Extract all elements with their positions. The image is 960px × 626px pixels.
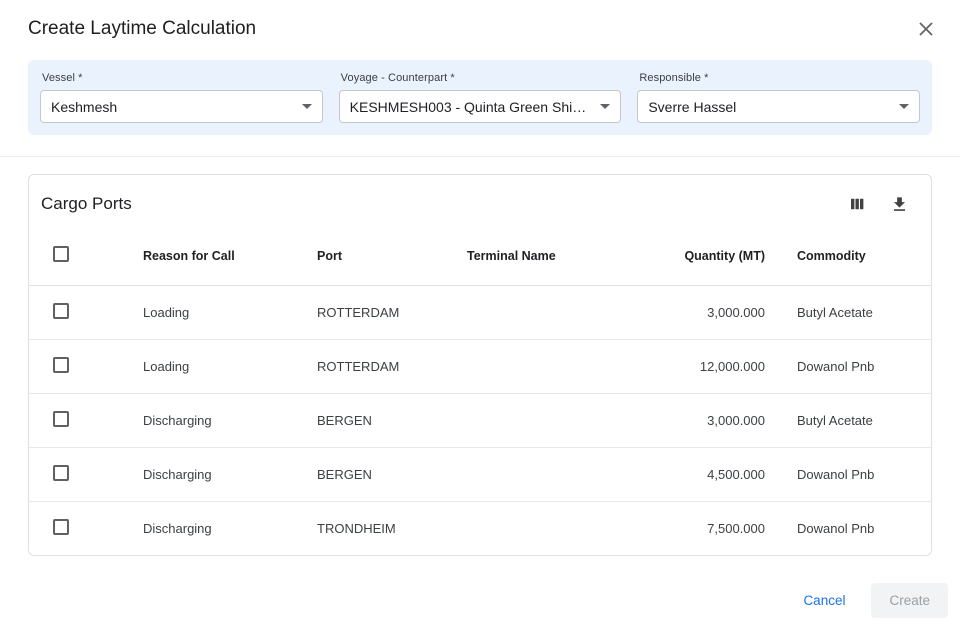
cell-reason: Discharging: [117, 394, 291, 448]
close-button[interactable]: [912, 15, 940, 43]
cell-quantity: 3,000.000: [601, 394, 773, 448]
columns-button[interactable]: [847, 194, 867, 214]
table-row: Discharging TRONDHEIM 7,500.000 Dowanol …: [29, 502, 931, 556]
cell-commodity: Dowanol Pnb: [773, 502, 931, 556]
chevron-down-icon: [600, 104, 610, 109]
responsible-select[interactable]: Sverre Hassel: [637, 90, 920, 123]
cell-reason: Discharging: [117, 448, 291, 502]
cell-port: BERGEN: [291, 448, 441, 502]
create-button[interactable]: Create: [871, 583, 948, 618]
cargo-ports-table: Reason for Call Port Terminal Name Quant…: [29, 226, 931, 555]
dialog-header: Create Laytime Calculation: [0, 0, 960, 55]
cell-terminal: [441, 394, 601, 448]
dialog-footer: Cancel Create: [0, 556, 960, 618]
chevron-down-icon: [899, 104, 909, 109]
voyage-counterpart-field: Voyage - Counterpart * KESHMESH003 - Qui…: [339, 70, 622, 123]
column-header-reason: Reason for Call: [117, 226, 291, 286]
cell-quantity: 4,500.000: [601, 448, 773, 502]
cell-port: ROTTERDAM: [291, 286, 441, 340]
table-header-row: Reason for Call Port Terminal Name Quant…: [29, 226, 931, 286]
columns-icon: [848, 195, 866, 213]
cell-quantity: 12,000.000: [601, 340, 773, 394]
table-row: Loading ROTTERDAM 12,000.000 Dowanol Pnb: [29, 340, 931, 394]
voyage-counterpart-label: Voyage - Counterpart *: [341, 72, 622, 84]
responsible-field: Responsible * Sverre Hassel: [637, 70, 920, 123]
row-checkbox[interactable]: [53, 357, 69, 373]
cargo-ports-card: Cargo Ports Reason for: [28, 174, 932, 556]
section-divider: [0, 156, 960, 157]
cancel-button[interactable]: Cancel: [793, 585, 855, 616]
vessel-label: Vessel *: [42, 72, 323, 84]
vessel-select[interactable]: Keshmesh: [40, 90, 323, 123]
voyage-counterpart-value: KESHMESH003 - Quinta Green Shippi…: [350, 99, 601, 115]
column-header-quantity: Quantity (MT): [601, 226, 773, 286]
column-header-commodity: Commodity: [773, 226, 931, 286]
table-row: Loading ROTTERDAM 3,000.000 Butyl Acetat…: [29, 286, 931, 340]
page-title: Create Laytime Calculation: [28, 18, 256, 40]
row-checkbox[interactable]: [53, 465, 69, 481]
cell-commodity: Butyl Acetate: [773, 394, 931, 448]
row-checkbox[interactable]: [53, 519, 69, 535]
cell-terminal: [441, 502, 601, 556]
cell-reason: Loading: [117, 286, 291, 340]
chevron-down-icon: [302, 104, 312, 109]
cell-quantity: 3,000.000: [601, 286, 773, 340]
column-header-terminal: Terminal Name: [441, 226, 601, 286]
cell-commodity: Dowanol Pnb: [773, 448, 931, 502]
download-icon: [890, 195, 909, 214]
cell-terminal: [441, 448, 601, 502]
voyage-counterpart-select[interactable]: KESHMESH003 - Quinta Green Shippi…: [339, 90, 622, 123]
row-checkbox[interactable]: [53, 303, 69, 319]
cell-commodity: Dowanol Pnb: [773, 340, 931, 394]
cell-port: ROTTERDAM: [291, 340, 441, 394]
cargo-ports-actions: [847, 194, 909, 214]
responsible-label: Responsible *: [639, 72, 920, 84]
column-header-port: Port: [291, 226, 441, 286]
cell-terminal: [441, 340, 601, 394]
cell-commodity: Butyl Acetate: [773, 286, 931, 340]
cell-quantity: 7,500.000: [601, 502, 773, 556]
cargo-ports-title: Cargo Ports: [41, 194, 132, 214]
cell-port: TRONDHEIM: [291, 502, 441, 556]
cell-reason: Discharging: [117, 502, 291, 556]
responsible-value: Sverre Hassel: [648, 99, 744, 115]
row-checkbox[interactable]: [53, 411, 69, 427]
download-button[interactable]: [889, 194, 909, 214]
vessel-field: Vessel * Keshmesh: [40, 70, 323, 123]
vessel-value: Keshmesh: [51, 99, 125, 115]
cell-reason: Loading: [117, 340, 291, 394]
laytime-form-panel: Vessel * Keshmesh Voyage - Counterpart *…: [28, 60, 932, 135]
close-icon: [917, 20, 935, 38]
table-row: Discharging BERGEN 3,000.000 Butyl Aceta…: [29, 394, 931, 448]
select-all-checkbox[interactable]: [53, 246, 69, 262]
table-row: Discharging BERGEN 4,500.000 Dowanol Pnb: [29, 448, 931, 502]
cargo-ports-header: Cargo Ports: [29, 175, 931, 226]
cell-port: BERGEN: [291, 394, 441, 448]
cell-terminal: [441, 286, 601, 340]
